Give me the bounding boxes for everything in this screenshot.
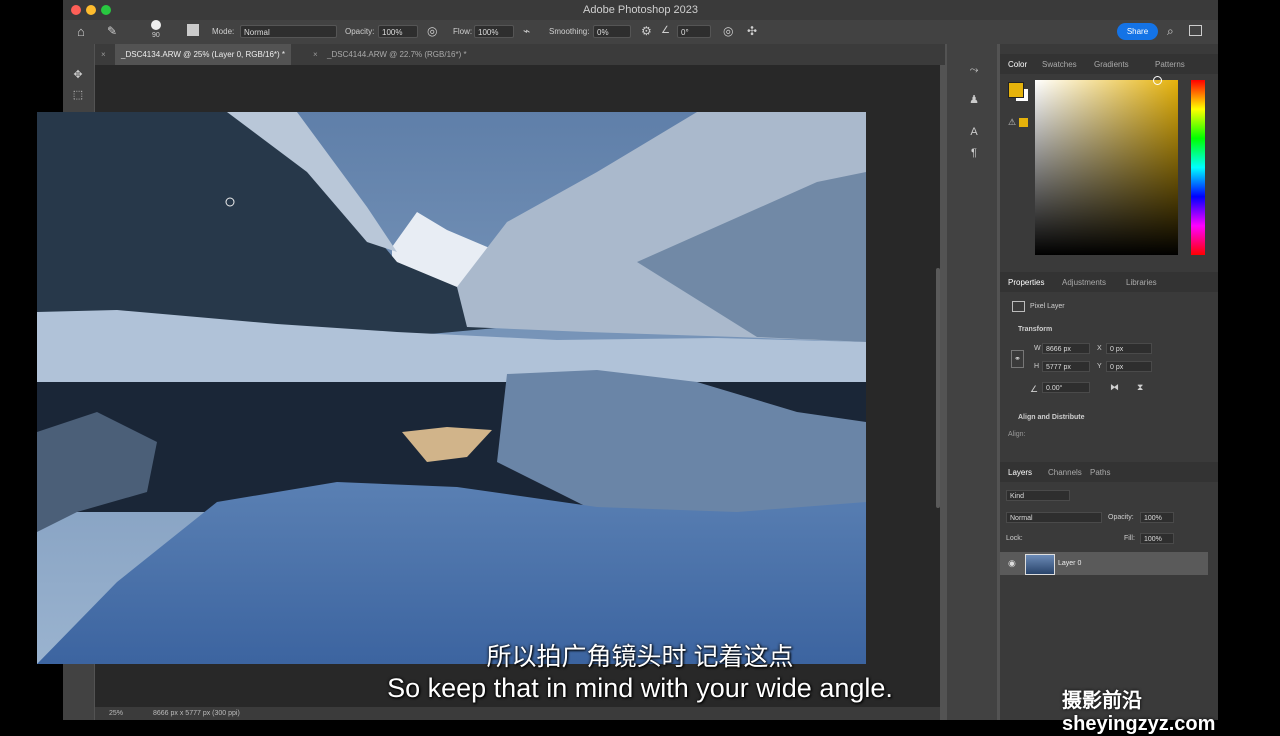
rotate-angle-field[interactable]: 0.00°	[1042, 382, 1090, 393]
title-bar: Adobe Photoshop 2023	[63, 0, 1218, 20]
search-icon[interactable]: ⌕	[1167, 24, 1174, 39]
home-icon[interactable]: ⌂	[77, 24, 85, 39]
gear-icon[interactable]: ⚙	[641, 24, 652, 38]
color-field[interactable]	[1035, 80, 1178, 255]
tab-patterns[interactable]: Patterns	[1155, 60, 1185, 69]
rotate-angle-icon: ∠	[1030, 384, 1039, 394]
y-label: Y	[1097, 363, 1102, 370]
pressure-size-icon[interactable]: ◎	[723, 24, 733, 38]
right-panels: Color Swatches Gradients Patterns ⚠ Prop…	[1000, 44, 1218, 720]
brush-size-value: 90	[152, 32, 160, 39]
layer-name[interactable]: Layer 0	[1058, 560, 1081, 567]
tab-gradients[interactable]: Gradients	[1094, 60, 1129, 69]
brush-size-icon[interactable]	[151, 20, 161, 30]
flip-horizontal-icon[interactable]: ⧓	[1110, 382, 1119, 393]
height-field[interactable]: 5777 px	[1042, 361, 1090, 372]
tab-close-icon[interactable]: ×	[313, 44, 318, 65]
smoothing-select[interactable]: 0%	[593, 25, 631, 38]
watermark: 摄影前沿 sheyingzyz.com	[1062, 690, 1216, 735]
x-label: X	[1097, 345, 1102, 352]
brush-preset-icon[interactable]: ✎	[107, 24, 117, 38]
brush-settings-icon[interactable]	[187, 24, 199, 36]
align-sublabel: Align:	[1008, 431, 1026, 438]
layer-blend-select[interactable]: Normal	[1006, 512, 1102, 523]
width-label: W	[1034, 345, 1041, 352]
color-panel-tabs: Color Swatches Gradients Patterns	[1000, 54, 1218, 74]
flip-vertical-icon[interactable]: ⧗	[1137, 382, 1143, 393]
tab-swatches[interactable]: Swatches	[1042, 60, 1077, 69]
flow-select[interactable]: 100%	[474, 25, 514, 38]
layer-opacity-label: Opacity:	[1108, 514, 1134, 521]
character-panel-icon[interactable]: A	[966, 124, 982, 140]
adjust-panel-icon[interactable]: ♟	[966, 92, 982, 108]
marquee-tool-icon[interactable]: ⬚	[70, 87, 86, 103]
tab-channels[interactable]: Channels	[1048, 468, 1082, 477]
panel-icon-strip: ⤳ ♟ A ¶	[947, 44, 997, 720]
y-field[interactable]: 0 px	[1106, 361, 1152, 372]
properties-panel-tabs: Properties Adjustments Libraries	[1000, 272, 1218, 292]
window-title: Adobe Photoshop 2023	[583, 4, 698, 16]
opacity-select[interactable]: 100%	[378, 25, 418, 38]
tab-close-icon[interactable]: ×	[101, 44, 106, 65]
document-tabs: × _DSC4134.ARW @ 25% (Layer 0, RGB/16*) …	[95, 44, 945, 65]
angle-icon: ∠	[661, 25, 670, 36]
tab-libraries[interactable]: Libraries	[1126, 278, 1157, 287]
mode-select[interactable]: Normal	[240, 25, 337, 38]
angle-field[interactable]: 0°	[677, 25, 711, 38]
layers-panel-tabs: Layers Channels Paths	[1000, 462, 1218, 482]
layer-type-label: Pixel Layer	[1030, 303, 1065, 310]
mode-label: Mode:	[212, 27, 235, 36]
pixel-layer-icon	[1012, 301, 1025, 312]
hue-slider[interactable]	[1191, 80, 1205, 255]
options-bar: ⌂ ✎ 90 Mode: Normal Opacity: 100% ◎ Flow…	[63, 20, 1218, 44]
opacity-label: Opacity:	[345, 27, 375, 36]
lock-label: Lock:	[1006, 535, 1023, 542]
gamut-warning-icon[interactable]: ⚠	[1008, 117, 1016, 128]
tab-document-1[interactable]: _DSC4134.ARW @ 25% (Layer 0, RGB/16*) *	[115, 44, 292, 65]
transform-section-label[interactable]: Transform	[1018, 326, 1052, 333]
layer-opacity-field[interactable]: 100%	[1140, 512, 1174, 523]
gamut-swatch[interactable]	[1019, 118, 1028, 127]
landscape-photo	[37, 112, 866, 664]
status-bar: 25% 8666 px x 5777 px (300 ppi)	[95, 707, 940, 720]
symmetry-icon[interactable]: ✣	[747, 24, 757, 38]
smoothing-label: Smoothing:	[549, 27, 590, 36]
pressure-opacity-icon[interactable]: ◎	[427, 24, 437, 38]
document-info: 8666 px x 5777 px (300 ppi)	[153, 710, 240, 717]
fill-label: Fill:	[1124, 535, 1135, 542]
width-field[interactable]: 8666 px	[1042, 343, 1090, 354]
visibility-eye-icon[interactable]: ◉	[1008, 558, 1016, 569]
link-icon[interactable]: ⚭	[1011, 350, 1024, 368]
align-section-label[interactable]: Align and Distribute	[1018, 414, 1085, 421]
x-field[interactable]: 0 px	[1106, 343, 1152, 354]
share-button[interactable]: Share	[1117, 23, 1158, 40]
flow-label: Flow:	[453, 27, 473, 36]
vertical-scrollbar[interactable]	[936, 268, 940, 508]
tab-adjustments[interactable]: Adjustments	[1062, 278, 1106, 287]
document-image[interactable]	[37, 112, 866, 664]
fill-field[interactable]: 100%	[1140, 533, 1174, 544]
tab-color[interactable]: Color	[1008, 60, 1027, 69]
layer-thumbnail	[1025, 554, 1055, 575]
height-label: H	[1034, 363, 1040, 370]
tab-paths[interactable]: Paths	[1090, 468, 1110, 477]
kind-filter-select[interactable]: Kind	[1006, 490, 1070, 501]
workspace-icon[interactable]	[1189, 25, 1202, 36]
zoom-level[interactable]: 25%	[109, 710, 123, 717]
color-fg-swatch[interactable]	[1008, 82, 1024, 98]
airbrush-icon[interactable]: ⌁	[523, 24, 530, 38]
subtitle-chinese: 所以拍广角镜头时 记着这点	[486, 643, 794, 671]
paragraph-panel-icon[interactable]: ¶	[966, 145, 982, 161]
color-picker-marker[interactable]	[1153, 76, 1162, 85]
history-panel-icon[interactable]: ⤳	[966, 62, 982, 78]
tab-layers[interactable]: Layers	[1008, 468, 1032, 477]
move-tool-icon[interactable]: ✥	[70, 67, 86, 83]
tab-properties[interactable]: Properties	[1008, 278, 1044, 287]
layer-row[interactable]: ◉ Layer 0	[1000, 552, 1208, 575]
tab-document-2[interactable]: _DSC4144.ARW @ 22.7% (RGB/16*) *	[327, 44, 467, 65]
